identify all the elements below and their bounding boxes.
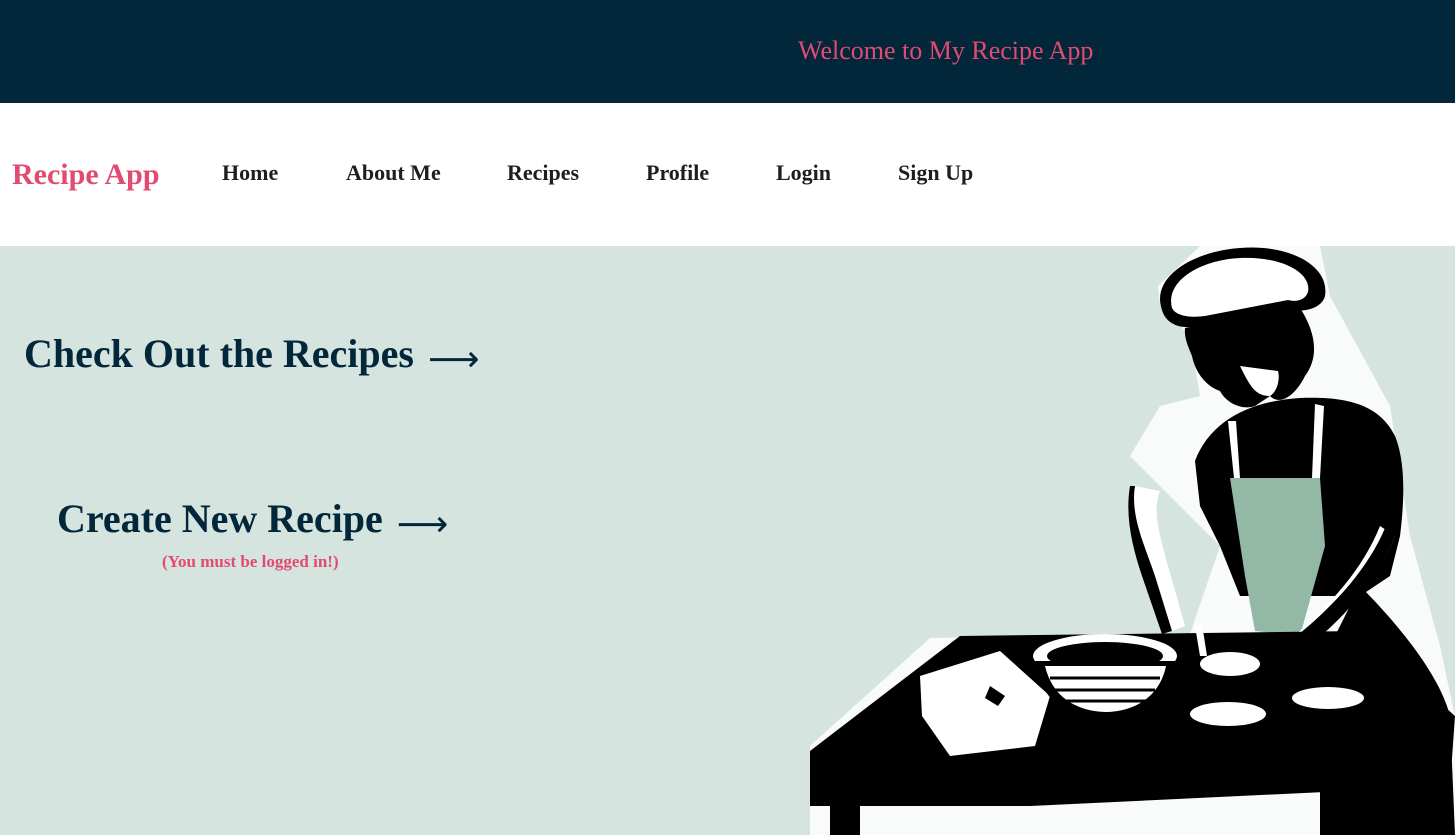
create-new-recipe-label: Create New Recipe: [57, 496, 383, 541]
right-arrow-icon: ⟶: [396, 504, 449, 545]
nav-recipes[interactable]: Recipes: [507, 160, 579, 186]
hero-section: Check Out the Recipes ⟶ Create New Recipe…: [0, 246, 1455, 835]
top-banner: Welcome to My Recipe App: [0, 0, 1455, 103]
check-out-recipes-label: Check Out the Recipes: [24, 331, 414, 376]
welcome-heading: Welcome to My Recipe App: [798, 36, 1094, 65]
create-new-recipe-link[interactable]: Create New Recipe ⟶: [57, 495, 449, 545]
main-navbar: Recipe App Home About Me Recipes Profile…: [0, 103, 1455, 246]
nav-home[interactable]: Home: [222, 160, 278, 186]
nav-profile[interactable]: Profile: [646, 160, 709, 186]
nav-login[interactable]: Login: [776, 160, 831, 186]
nav-about-me[interactable]: About Me: [346, 160, 441, 186]
login-required-note: (You must be logged in!): [162, 552, 339, 571]
check-out-recipes-link[interactable]: Check Out the Recipes ⟶: [24, 330, 480, 380]
brand-logo-link[interactable]: Recipe App: [12, 158, 160, 192]
nav-sign-up[interactable]: Sign Up: [898, 160, 973, 186]
chef-baking-illustration: [810, 246, 1455, 835]
right-arrow-icon: ⟶: [427, 339, 480, 380]
